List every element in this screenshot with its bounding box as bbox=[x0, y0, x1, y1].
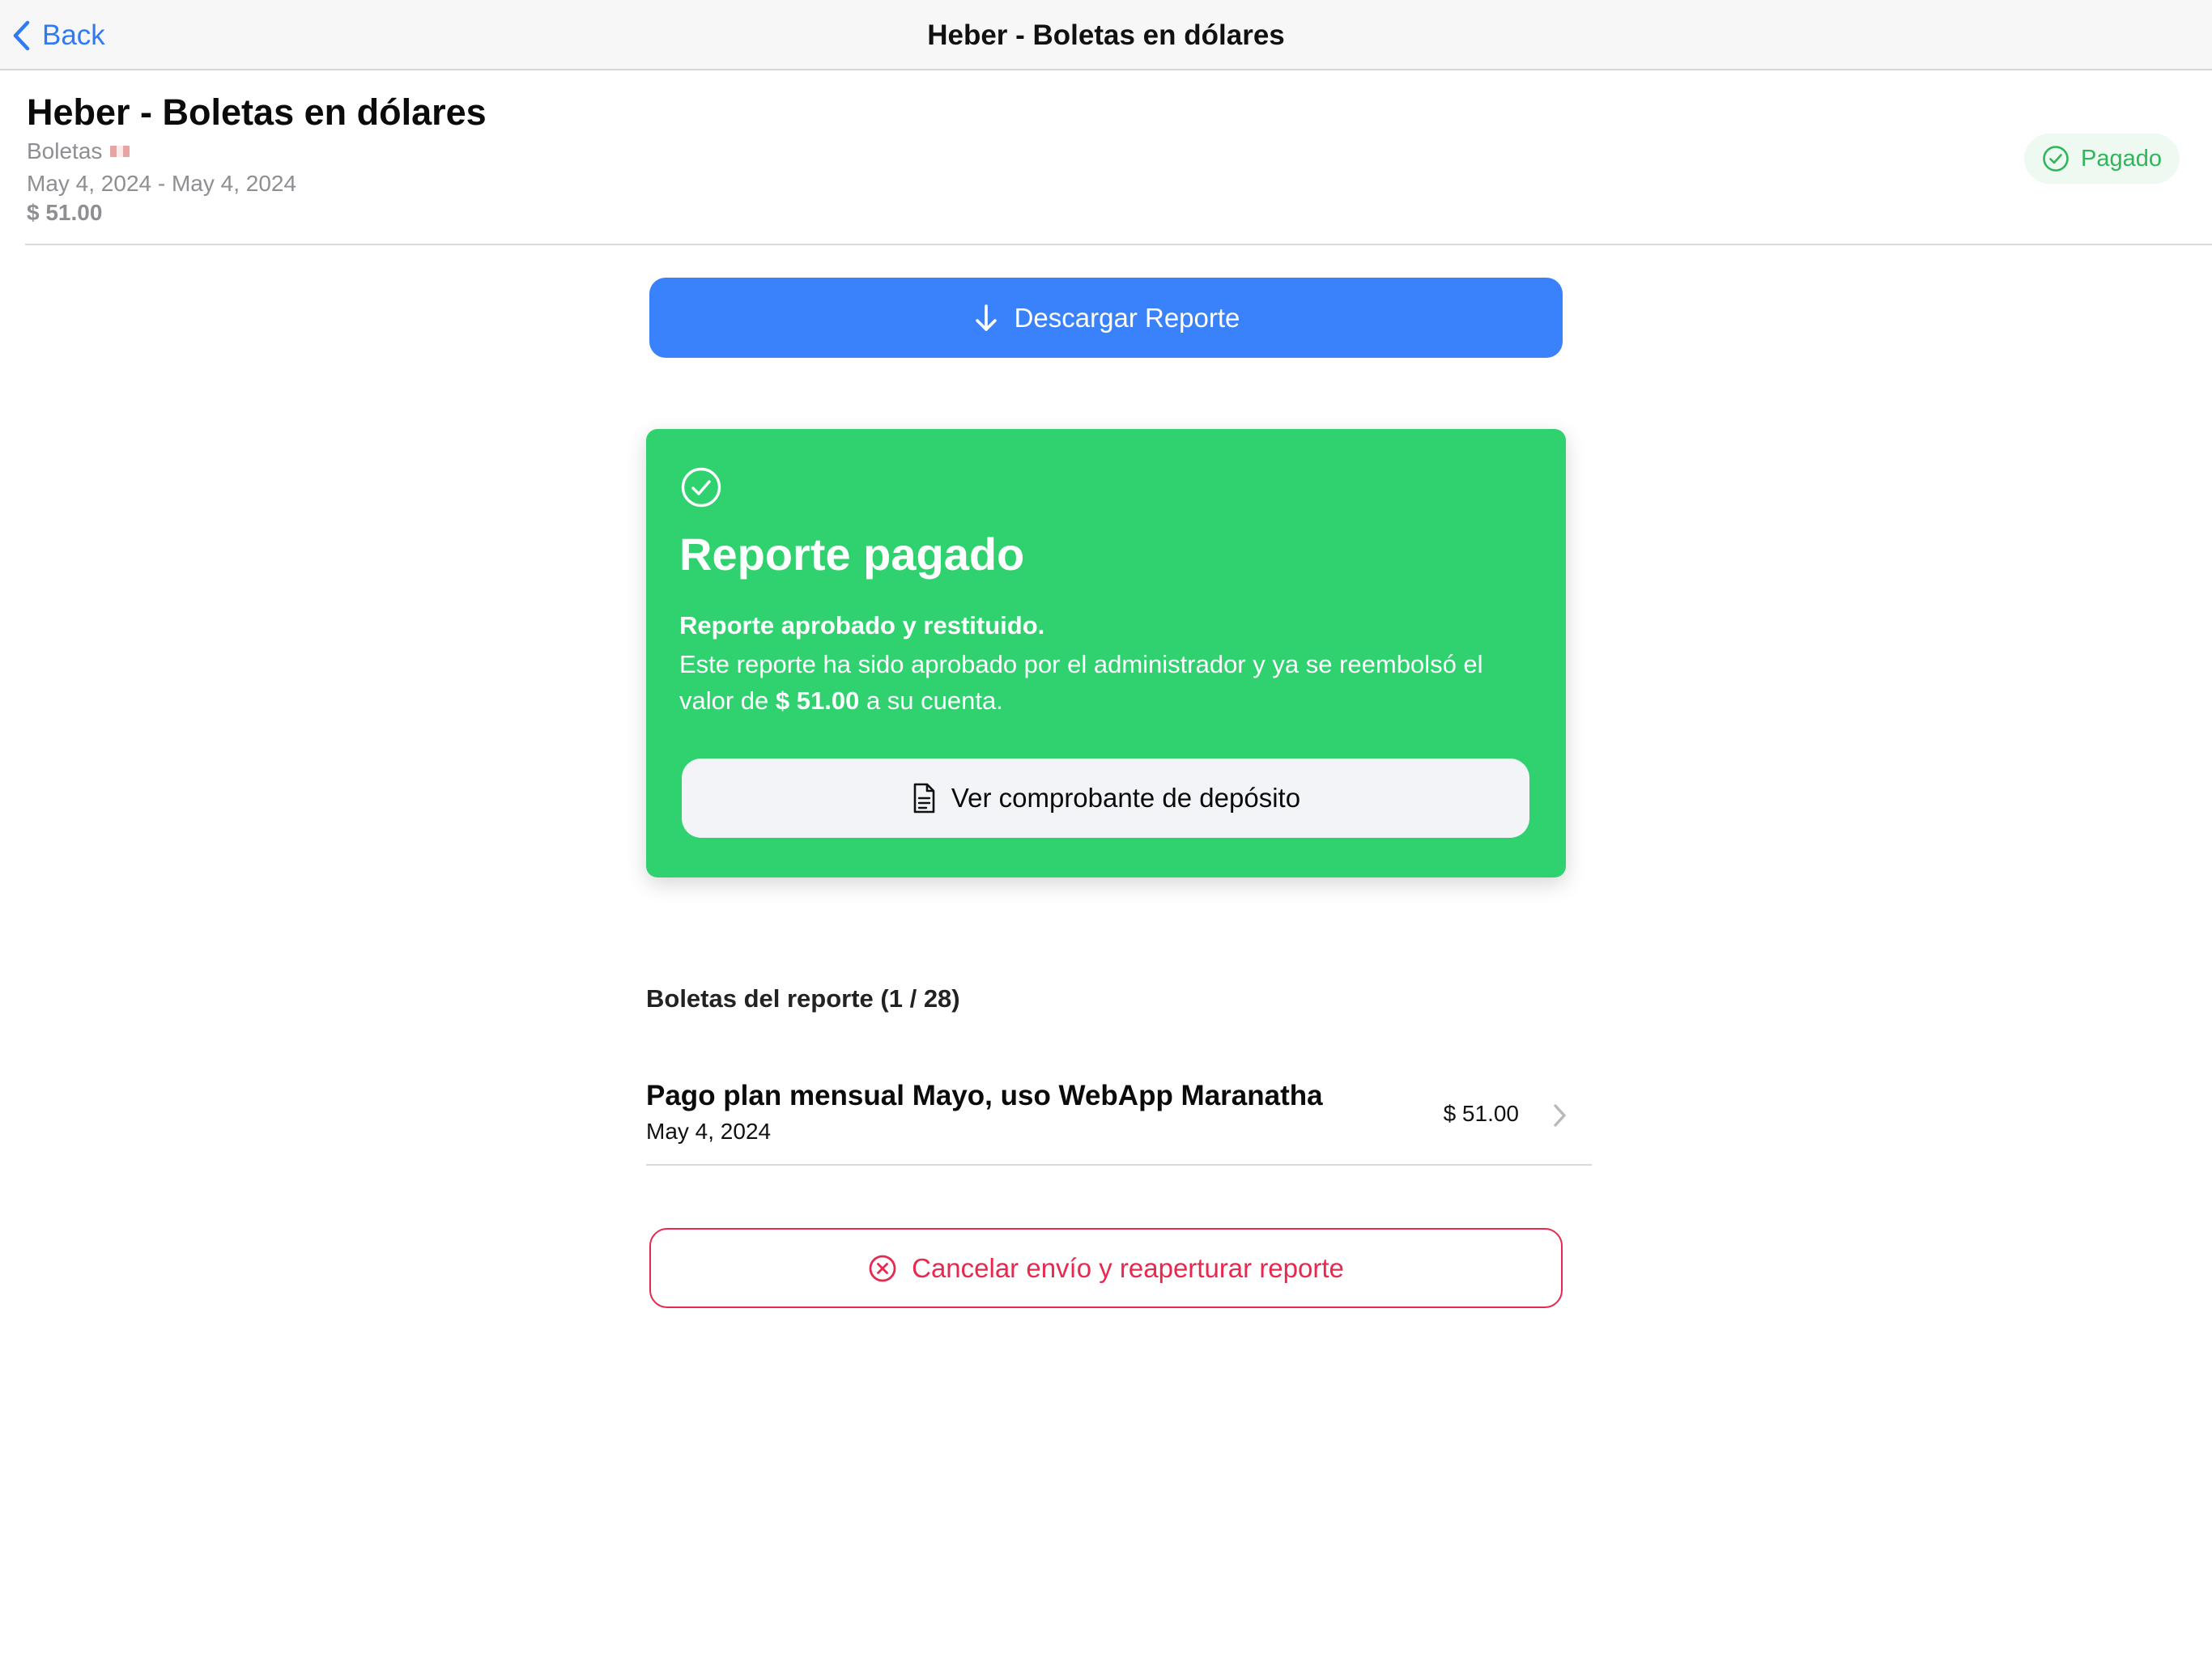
list-item[interactable]: Pago plan mensual Mayo, uso WebApp Maran… bbox=[646, 1060, 1592, 1166]
receipts-section-title: Boletas del reporte (1 / 28) bbox=[646, 984, 960, 1013]
view-deposit-receipt-button[interactable]: Ver comprobante de depósito bbox=[682, 758, 1529, 838]
navigation-bar: Back Heber - Boletas en dólares bbox=[0, 0, 2212, 70]
paid-card-title: Reporte pagado bbox=[679, 529, 1025, 580]
status-badge: Pagado bbox=[2024, 134, 2180, 184]
nav-title: Heber - Boletas en dólares bbox=[927, 19, 1285, 51]
x-circle-icon bbox=[869, 1255, 896, 1281]
description-suffix: a su cuenta. bbox=[859, 686, 1003, 715]
download-report-button[interactable]: Descargar Reporte bbox=[649, 278, 1563, 358]
report-category: Boletas bbox=[27, 138, 130, 164]
status-label: Pagado bbox=[2081, 145, 2162, 172]
view-deposit-receipt-label[interactable]: Ver comprobante de depósito bbox=[951, 783, 1300, 814]
document-icon bbox=[913, 783, 935, 814]
report-date-range: May 4, 2024 - May 4, 2024 bbox=[27, 171, 297, 196]
receipt-date: May 4, 2024 bbox=[646, 1119, 772, 1144]
category-label: Boletas bbox=[27, 138, 103, 164]
receipt-amount: $ 51.00 bbox=[1443, 1101, 1519, 1126]
cancel-submission-button[interactable]: Cancelar envío y reaperturar reporte bbox=[649, 1228, 1563, 1308]
report-amount: $ 51.00 bbox=[27, 200, 103, 225]
paid-status-card: Reporte pagado Reporte aprobado y restit… bbox=[646, 429, 1566, 877]
check-circle-icon bbox=[2043, 146, 2069, 172]
cancel-submission-label[interactable]: Cancelar envío y reaperturar reporte bbox=[912, 1253, 1344, 1284]
chevron-right-icon bbox=[1554, 1104, 1566, 1127]
arrow-down-icon bbox=[975, 304, 997, 331]
peru-flag-icon bbox=[110, 146, 130, 157]
receipt-title: Pago plan mensual Mayo, uso WebApp Maran… bbox=[646, 1080, 1323, 1111]
paid-card-description: Este reporte ha sido aprobado por el adm… bbox=[679, 646, 1538, 719]
report-title: Heber - Boletas en dólares bbox=[27, 91, 487, 133]
download-report-label[interactable]: Descargar Reporte bbox=[1015, 303, 1240, 334]
report-header: Heber - Boletas en dólares Boletas May 4… bbox=[25, 70, 2212, 245]
check-circle-icon bbox=[681, 467, 721, 508]
reimbursed-amount: $ 51.00 bbox=[775, 686, 860, 715]
paid-card-subtitle: Reporte aprobado y restituido. bbox=[679, 611, 1045, 639]
